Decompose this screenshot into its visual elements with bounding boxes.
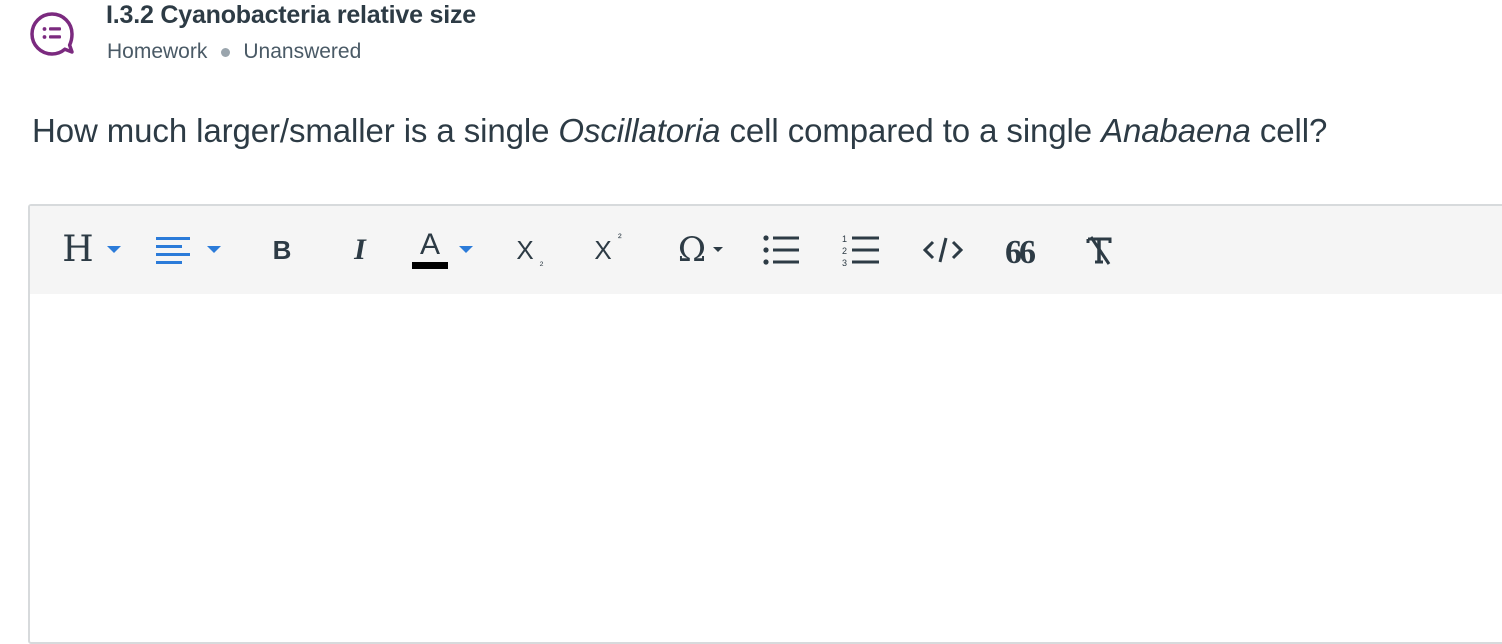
clear-formatting-icon (1086, 236, 1112, 265)
superscript-button[interactable]: X ² (578, 224, 628, 276)
svg-text:3: 3 (842, 258, 847, 267)
blockquote-icon: 66 (1005, 234, 1036, 271)
code-button[interactable] (916, 224, 970, 276)
question-text-prefix: How much larger/smaller is a single (32, 112, 559, 149)
question-prompt: How much larger/smaller is a single Osci… (32, 112, 1327, 150)
subscript-glyph: X (516, 234, 534, 265)
editor-toolbar: H B I A X ₂ X ² Ω 1 2 3 66 (30, 206, 1502, 294)
bold-icon: B (272, 234, 292, 265)
text-color-icon: A (412, 227, 448, 269)
assignment-category: Homework (107, 40, 208, 63)
blockquote-button[interactable]: 66 (994, 224, 1044, 276)
special-character-dropdown-button[interactable]: Ω (668, 224, 734, 276)
subscript-mark: ₂ (539, 255, 544, 268)
clear-formatting-button[interactable] (1074, 224, 1124, 276)
italic-icon: I (354, 233, 366, 266)
superscript-icon: X ² (594, 232, 621, 266)
assignment-meta: Homework Unanswered (107, 40, 361, 64)
code-icon (923, 237, 963, 263)
text-color-swatch (412, 261, 448, 269)
assignment-title: I.3.2 Cyanobacteria relative size (106, 1, 476, 29)
superscript-glyph: X (594, 234, 612, 265)
editor-content-area[interactable] (30, 294, 1502, 644)
align-icon (156, 237, 190, 264)
question-term-anabaena: Anabaena (1101, 112, 1251, 149)
align-dropdown-button[interactable] (148, 224, 228, 276)
discussion-question-icon (28, 10, 76, 58)
chevron-down-icon (459, 246, 473, 253)
svg-text:2: 2 (842, 246, 847, 256)
answer-status: Unanswered (243, 40, 362, 63)
subscript-icon: X ₂ (516, 234, 543, 268)
question-text-middle: cell compared to a single (720, 112, 1102, 149)
heading-icon: H (62, 229, 94, 270)
text-color-dropdown-button[interactable]: A (406, 224, 480, 276)
bullet-list-icon (763, 235, 799, 265)
separator-dot (221, 47, 231, 57)
chevron-down-icon (106, 246, 121, 253)
caret-down-icon (713, 247, 724, 252)
question-term-oscillatoria: Oscillatoria (558, 112, 721, 149)
italic-button[interactable]: I (336, 224, 384, 276)
bullet-list-button[interactable] (756, 224, 806, 276)
special-character-icon: Ω (677, 230, 707, 270)
subscript-button[interactable]: X ₂ (500, 224, 550, 276)
chevron-down-icon (207, 246, 221, 253)
rich-text-editor: H B I A X ₂ X ² Ω 1 2 3 66 (28, 204, 1502, 644)
heading-dropdown-button[interactable]: H (56, 224, 128, 276)
bold-button[interactable]: B (258, 224, 306, 276)
numbered-list-button[interactable]: 1 2 3 (836, 224, 886, 276)
assignment-header: I.3.2 Cyanobacteria relative size Homewo… (0, 0, 1502, 80)
question-text-suffix: cell? (1250, 112, 1328, 149)
numbered-list-icon: 1 2 3 (842, 234, 879, 267)
superscript-mark: ² (618, 231, 622, 244)
svg-text:1: 1 (842, 234, 847, 244)
text-color-glyph: A (419, 227, 440, 261)
